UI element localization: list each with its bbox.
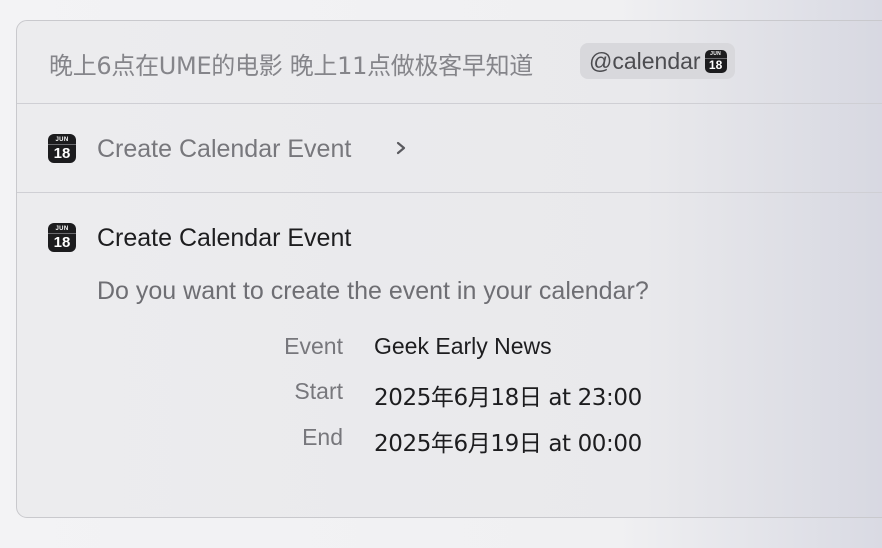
- start-value: 2025年6月18日 at 23:00: [374, 385, 642, 411]
- calendar-icon: JUN 18: [48, 134, 76, 163]
- start-field-row: Start 2025年6月18日 at 23:00: [17, 378, 717, 411]
- calendar-icon-day: 18: [53, 145, 71, 162]
- start-label: Start: [294, 378, 343, 404]
- event-value: Geek Early News: [374, 333, 552, 359]
- assistant-panel: 晚上6点在UME的电影 晚上11点做极客早知道 @calendar JUN 18…: [16, 20, 882, 518]
- mention-label: @calendar: [589, 47, 701, 74]
- create-calendar-event-suggestion[interactable]: JUN 18 Create Calendar Event: [17, 104, 882, 193]
- query-text[interactable]: 晚上6点在UME的电影 晚上11点做极客早知道: [49, 46, 533, 81]
- chevron-right-icon[interactable]: [392, 138, 410, 158]
- calendar-icon-month: JUN: [55, 226, 69, 232]
- event-field-row: Event Geek Early News: [17, 333, 717, 365]
- calendar-icon-month: JUN: [710, 50, 722, 57]
- calendar-mention-chip[interactable]: @calendar JUN 18: [580, 43, 735, 79]
- event-label: Event: [284, 333, 343, 359]
- calendar-icon-month: JUN: [55, 137, 69, 143]
- calendar-icon-day: 18: [53, 234, 71, 251]
- calendar-icon: JUN 18: [48, 223, 76, 252]
- query-bar[interactable]: 晚上6点在UME的电影 晚上11点做极客早知道 @calendar JUN 18: [17, 21, 882, 104]
- confirmation-question: Do you want to create the event in your …: [97, 277, 649, 305]
- end-field-row: End 2025年6月19日 at 00:00: [17, 424, 717, 457]
- end-value: 2025年6月19日 at 00:00: [374, 431, 642, 457]
- calendar-icon: JUN 18: [704, 49, 727, 73]
- end-label: End: [302, 424, 343, 450]
- detail-title: Create Calendar Event: [97, 224, 352, 252]
- suggestion-label: Create Calendar Event: [97, 135, 352, 163]
- event-confirmation: JUN 18 Create Calendar Event Do you want…: [17, 193, 882, 517]
- calendar-icon-day: 18: [708, 57, 723, 72]
